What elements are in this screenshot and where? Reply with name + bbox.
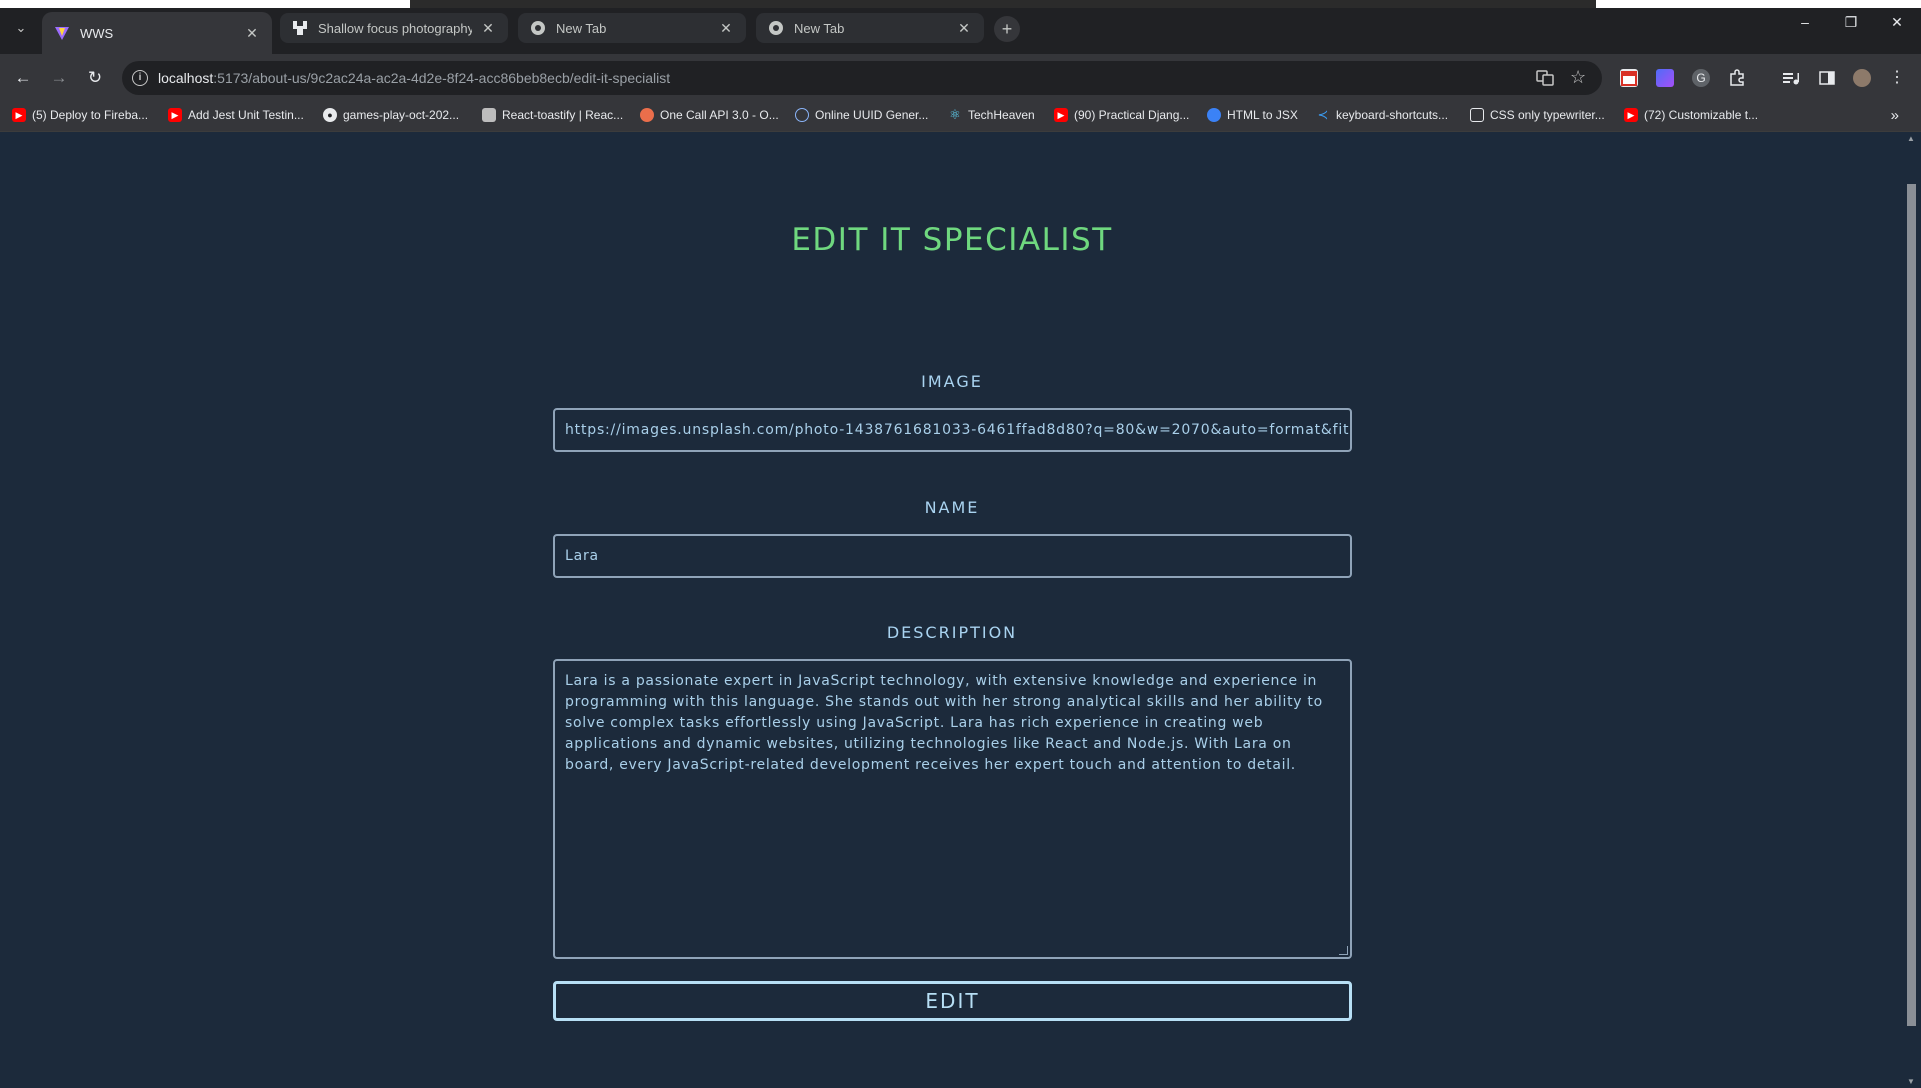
window-edge: [1596, 0, 1921, 8]
description-textarea[interactable]: Lara is a passionate expert in JavaScrip…: [553, 659, 1352, 959]
codepen-icon: [1470, 108, 1484, 122]
chrome-icon: [530, 20, 546, 36]
openweather-icon: [640, 108, 654, 122]
bookmark-item[interactable]: ▶ (90) Practical Djang...: [1054, 108, 1189, 122]
close-tab-icon[interactable]: ✕: [480, 20, 496, 36]
bookmark-item[interactable]: ▶ (72) Customizable t...: [1624, 108, 1758, 122]
transform-icon: [1207, 108, 1221, 122]
bookmark-label: keyboard-shortcuts...: [1336, 108, 1449, 122]
tab-unsplash[interactable]: Shallow focus photography of ✕: [280, 13, 508, 43]
scrollbar-thumb[interactable]: [1907, 184, 1916, 1026]
address-bar[interactable]: i localhost:5173/about-us/9c2ac24a-ac2a-…: [122, 61, 1602, 95]
youtube-icon: ▶: [12, 108, 26, 122]
extension-purple-icon[interactable]: [1656, 69, 1674, 87]
chrome-icon: [768, 20, 784, 36]
globe-icon: [795, 108, 809, 122]
page-title: EDIT IT SPECIALIST: [791, 222, 1113, 258]
react-icon: ⚛: [949, 107, 961, 122]
forward-arrow-icon[interactable]: →: [48, 67, 70, 89]
window-edge: [0, 0, 410, 8]
tab-wws[interactable]: WWS ✕: [42, 12, 272, 54]
unsplash-icon: [292, 20, 308, 36]
site-info-icon[interactable]: i: [132, 70, 148, 86]
profile-avatar[interactable]: [1853, 69, 1871, 87]
tab-new-tab[interactable]: New Tab ✕: [756, 13, 984, 43]
bookmark-label: (72) Customizable t...: [1644, 108, 1759, 122]
side-panel-icon[interactable]: [1818, 69, 1836, 87]
tab-title: WWS: [80, 25, 114, 41]
bookmark-item[interactable]: ≺ keyboard-shortcuts...: [1316, 107, 1449, 122]
translate-icon[interactable]: [1536, 69, 1554, 92]
edit-it-specialist-page: EDIT IT SPECIALIST IMAGE https://images.…: [0, 132, 1902, 1088]
bookmark-label: React-toastify | Reac...: [502, 108, 624, 122]
bookmark-label: One Call API 3.0 - O...: [660, 108, 779, 122]
close-tab-icon[interactable]: ✕: [244, 25, 260, 41]
edit-button[interactable]: EDIT: [553, 981, 1352, 1021]
tab-new-tab[interactable]: New Tab ✕: [518, 13, 746, 43]
menu-kebab-icon[interactable]: ⋮: [1888, 69, 1906, 87]
bookmark-item[interactable]: Online UUID Gener...: [795, 108, 928, 122]
tab-search-chevron-icon[interactable]: ⌄: [10, 17, 32, 39]
bookmark-label: TechHeaven: [968, 108, 1035, 122]
bookmark-item[interactable]: HTML to JSX: [1207, 108, 1298, 122]
close-tab-icon[interactable]: ✕: [956, 20, 972, 36]
tab-title: New Tab: [794, 20, 845, 36]
tab-title: Shallow focus photography of: [318, 20, 472, 36]
bookmark-label: CSS only typewriter...: [1490, 108, 1605, 122]
minimize-button[interactable]: –: [1782, 14, 1828, 30]
bookmark-label: (90) Practical Djang...: [1074, 108, 1190, 122]
youtube-icon: ▶: [168, 108, 182, 122]
bookmark-item[interactable]: CSS only typewriter...: [1470, 108, 1605, 122]
window-edge: [410, 0, 1596, 8]
youtube-icon: ▶: [1624, 108, 1638, 122]
bookmark-label: Online UUID Gener...: [815, 108, 929, 122]
youtube-icon: ▶: [1054, 108, 1068, 122]
extension-grammar-icon[interactable]: G: [1692, 69, 1710, 87]
browser-toolbar: ← → ↻ i localhost:5173/about-us/9c2ac24a…: [0, 54, 1921, 102]
github-icon: ●: [323, 108, 337, 122]
scroll-up-arrow-icon[interactable]: ▲: [1907, 134, 1915, 143]
restore-button[interactable]: ❐: [1828, 14, 1874, 31]
close-tab-icon[interactable]: ✕: [718, 20, 734, 36]
description-text: Lara is a passionate expert in JavaScrip…: [565, 673, 1323, 773]
bookmark-label: HTML to JSX: [1227, 108, 1298, 122]
tab-strip: ⌄ WWS ✕ Shallow focus photography of ✕ N…: [0, 0, 1921, 54]
vite-logo-icon: [54, 25, 70, 41]
image-label: IMAGE: [921, 372, 983, 391]
bookmark-item[interactable]: React-toastify | Reac...: [482, 108, 623, 122]
bookmark-label: (5) Deploy to Fireba...: [32, 108, 149, 122]
scroll-down-arrow-icon[interactable]: ▼: [1907, 1077, 1915, 1086]
back-arrow-icon[interactable]: ←: [12, 67, 34, 89]
name-input[interactable]: Lara: [553, 534, 1352, 578]
bookmark-star-icon[interactable]: ☆: [1570, 67, 1586, 88]
extensions-puzzle-icon[interactable]: [1728, 69, 1746, 87]
resize-handle[interactable]: [1339, 946, 1348, 955]
bookmark-item[interactable]: One Call API 3.0 - O...: [640, 108, 779, 122]
bookmark-label: Add Jest Unit Testin...: [188, 108, 304, 122]
new-tab-button[interactable]: +: [994, 16, 1020, 42]
description-label: DESCRIPTION: [886, 623, 1018, 642]
bookmark-item[interactable]: ▶ Add Jest Unit Testin...: [168, 108, 304, 122]
reload-icon[interactable]: ↻: [84, 67, 106, 89]
page-scrollbar[interactable]: ▲ ▼: [1902, 132, 1921, 1088]
more-bookmarks-chevron-icon[interactable]: »: [1891, 107, 1899, 124]
media-controls-icon[interactable]: [1782, 69, 1800, 87]
url-host: localhost: [158, 70, 214, 86]
url-text[interactable]: localhost:5173/about-us/9c2ac24a-ac2a-4d…: [158, 70, 670, 86]
toast-icon: [482, 108, 496, 122]
vscode-icon: ≺: [1317, 107, 1329, 122]
bookmark-item[interactable]: ▶ (5) Deploy to Fireba...: [12, 108, 148, 122]
url-path: :5173/about-us/9c2ac24a-ac2a-4d2e-8f24-a…: [213, 70, 671, 86]
extension-calendar-icon[interactable]: [1620, 69, 1638, 87]
name-label: NAME: [924, 498, 980, 517]
tab-title: New Tab: [556, 20, 607, 36]
bookmark-label: games-play-oct-202...: [343, 108, 460, 122]
image-url-input[interactable]: https://images.unsplash.com/photo-143876…: [553, 408, 1352, 452]
bookmarks-bar: ▶ (5) Deploy to Fireba... ▶ Add Jest Unit …: [0, 102, 1921, 132]
bookmark-item[interactable]: ⚛ TechHeaven: [948, 107, 1035, 122]
bookmark-item[interactable]: ● games-play-oct-202...: [323, 108, 459, 122]
close-window-button[interactable]: ✕: [1874, 14, 1920, 31]
